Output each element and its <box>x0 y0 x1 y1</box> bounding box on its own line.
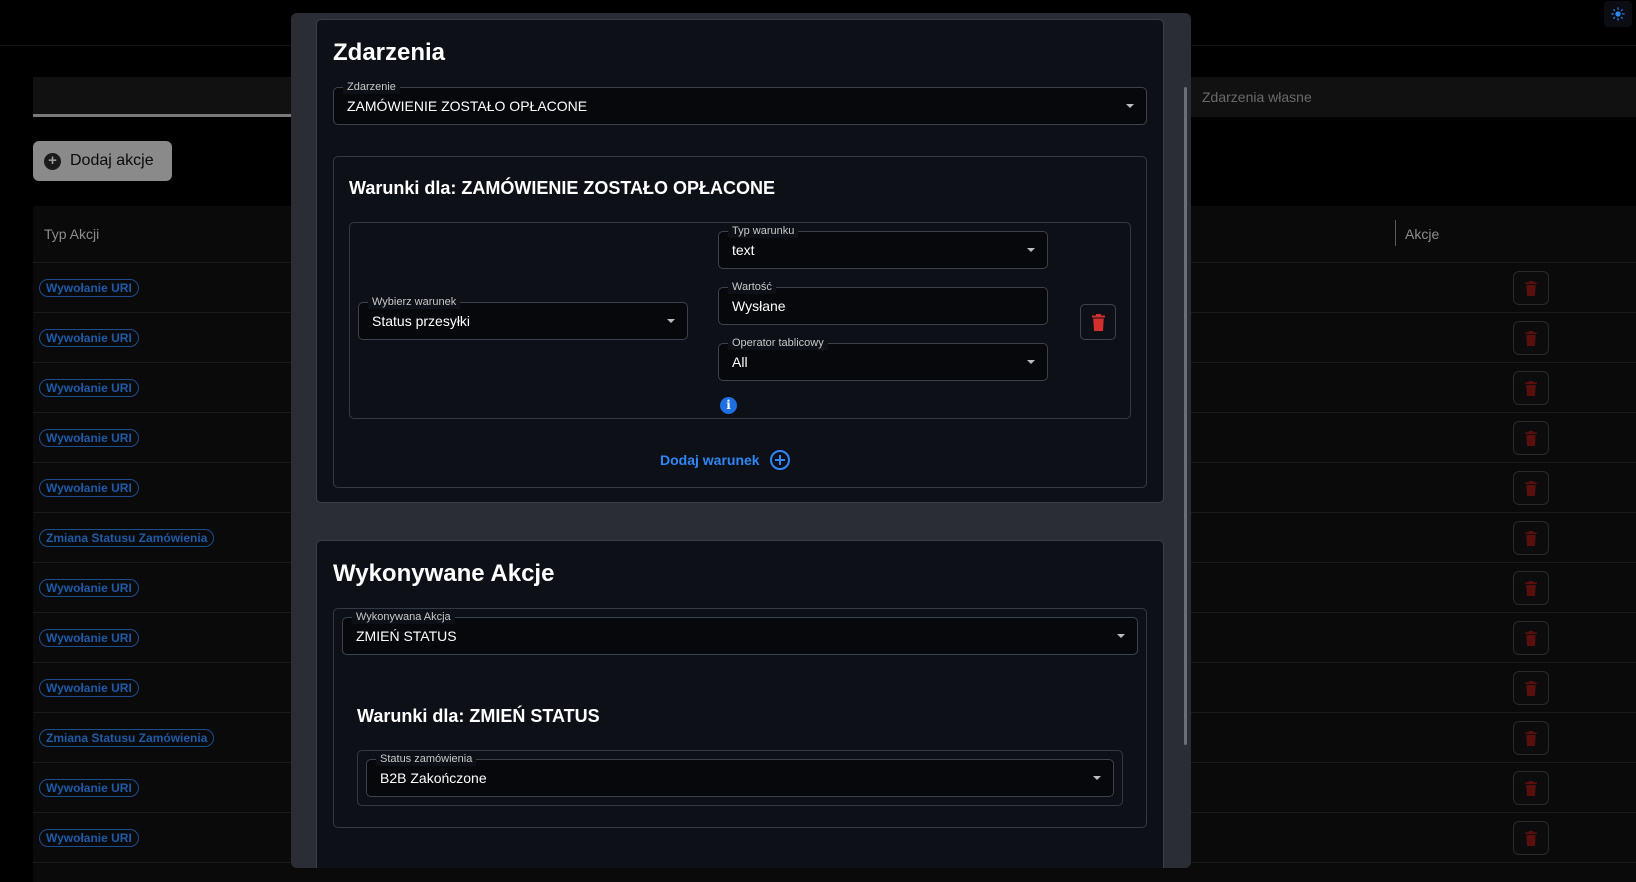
actions-title: Wykonywane Akcje <box>333 560 555 587</box>
trash-icon <box>1525 280 1537 296</box>
add-action-label: Dodaj akcje <box>70 152 154 169</box>
trash-icon <box>1525 380 1537 396</box>
condition-group: Wybierz warunek Status przesyłki Typ war… <box>349 222 1131 419</box>
trash-icon <box>1525 830 1537 846</box>
active-tab-indicator <box>33 114 333 117</box>
action-conditions-title: Warunki dla: ZMIEŃ STATUS <box>357 706 600 726</box>
delete-row-button[interactable] <box>1513 521 1549 555</box>
column-header-actions[interactable]: Akcje <box>1405 206 1439 263</box>
event-conditions-card: Warunki dla: ZAMÓWIENIE ZOSTAŁO OPŁACONE… <box>333 156 1147 488</box>
trash-icon <box>1525 530 1537 546</box>
condition-type-value: text <box>732 242 755 258</box>
delete-row-button[interactable] <box>1513 621 1549 655</box>
column-header-type[interactable]: Typ Akcji <box>44 206 99 263</box>
column-separator <box>1395 220 1396 246</box>
sun-icon <box>1611 7 1625 21</box>
chevron-down-icon <box>1093 776 1101 780</box>
action-type-chip: Wywołanie URI <box>39 429 139 447</box>
action-type-chip: Wywołanie URI <box>39 579 139 597</box>
delete-row-button[interactable] <box>1513 821 1549 855</box>
delete-row-button[interactable] <box>1513 271 1549 305</box>
action-type-chip: Zmiana Statusu Zamówienia <box>39 729 215 747</box>
action-type-chip: Wywołanie URI <box>39 329 139 347</box>
action-type-chip: Wywołanie URI <box>39 829 139 847</box>
trash-icon <box>1525 580 1537 596</box>
trash-icon <box>1525 480 1537 496</box>
trash-icon <box>1525 330 1537 346</box>
trash-icon <box>1525 680 1537 696</box>
theme-toggle-button[interactable] <box>1604 1 1632 27</box>
info-icon[interactable]: i <box>720 397 737 414</box>
trash-icon <box>1525 630 1537 646</box>
chevron-down-icon <box>1126 104 1134 108</box>
action-select[interactable]: Wykonywana Akcja ZMIEŃ STATUS <box>342 610 1138 655</box>
delete-row-button[interactable] <box>1513 371 1549 405</box>
tab-custom-events[interactable]: Zdarzenia własne <box>1202 77 1312 117</box>
action-type-chip: Wywołanie URI <box>39 279 139 297</box>
delete-row-button[interactable] <box>1513 671 1549 705</box>
delete-row-button[interactable] <box>1513 471 1549 505</box>
rule-edit-modal: Zdarzenia Zdarzenie ZAMÓWIENIE ZOSTAŁO O… <box>291 13 1191 868</box>
plus-circle-icon: + <box>44 152 61 170</box>
delete-row-button[interactable] <box>1513 771 1549 805</box>
chevron-down-icon <box>667 319 675 323</box>
event-conditions-title: Warunki dla: ZAMÓWIENIE ZOSTAŁO OPŁACONE <box>349 178 775 198</box>
action-type-chip: Wywołanie URI <box>39 479 139 497</box>
action-condition-group: Status zamówienia B2B Zakończone <box>357 750 1123 806</box>
add-action-button[interactable]: + Dodaj akcje <box>33 141 172 181</box>
action-type-chip: Wywołanie URI <box>39 779 139 797</box>
event-select-value: ZAMÓWIENIE ZOSTAŁO OPŁACONE <box>347 98 588 114</box>
select-condition-dropdown[interactable]: Wybierz warunek Status przesyłki <box>358 295 688 340</box>
trash-icon <box>1091 313 1105 331</box>
delete-row-button[interactable] <box>1513 571 1549 605</box>
chevron-down-icon <box>1027 360 1035 364</box>
trash-icon <box>1525 780 1537 796</box>
trash-icon <box>1525 730 1537 746</box>
chevron-down-icon <box>1117 634 1125 638</box>
array-operator-dropdown[interactable]: Operator tablicowy All <box>718 336 1048 381</box>
order-status-value: B2B Zakończone <box>380 770 487 786</box>
condition-value-input[interactable]: Wartość Wysłane <box>718 280 1048 325</box>
action-type-chip: Zmiana Statusu Zamówienia <box>39 529 215 547</box>
delete-row-button[interactable] <box>1513 421 1549 455</box>
add-condition-button[interactable]: Dodaj warunek <box>660 450 790 470</box>
events-title: Zdarzenia <box>333 39 446 66</box>
actions-card: Wykonywane Akcje Wykonywana Akcja ZMIEŃ … <box>316 540 1164 868</box>
order-status-dropdown[interactable]: Status zamówienia B2B Zakończone <box>366 752 1114 797</box>
events-card: Zdarzenia Zdarzenie ZAMÓWIENIE ZOSTAŁO O… <box>316 19 1164 503</box>
event-select[interactable]: Zdarzenie ZAMÓWIENIE ZOSTAŁO OPŁACONE <box>333 80 1147 125</box>
chevron-down-icon <box>1027 248 1035 252</box>
plus-circle-icon <box>769 450 790 470</box>
condition-value-text: Wysłane <box>732 298 786 314</box>
delete-row-button[interactable] <box>1513 721 1549 755</box>
action-type-chip: Wywołanie URI <box>39 629 139 647</box>
add-condition-label: Dodaj warunek <box>660 452 760 468</box>
action-select-value: ZMIEŃ STATUS <box>356 628 457 644</box>
delete-row-button[interactable] <box>1513 321 1549 355</box>
action-card: Wykonywana Akcja ZMIEŃ STATUS Warunki dl… <box>333 608 1147 828</box>
action-type-chip: Wywołanie URI <box>39 379 139 397</box>
action-type-chip: Wywołanie URI <box>39 679 139 697</box>
condition-type-dropdown[interactable]: Typ warunku text <box>718 224 1048 269</box>
trash-icon <box>1525 430 1537 446</box>
delete-condition-button[interactable] <box>1080 304 1116 340</box>
modal-scrollbar[interactable] <box>1184 87 1187 745</box>
select-condition-value: Status przesyłki <box>372 313 471 329</box>
array-operator-value: All <box>732 354 748 370</box>
